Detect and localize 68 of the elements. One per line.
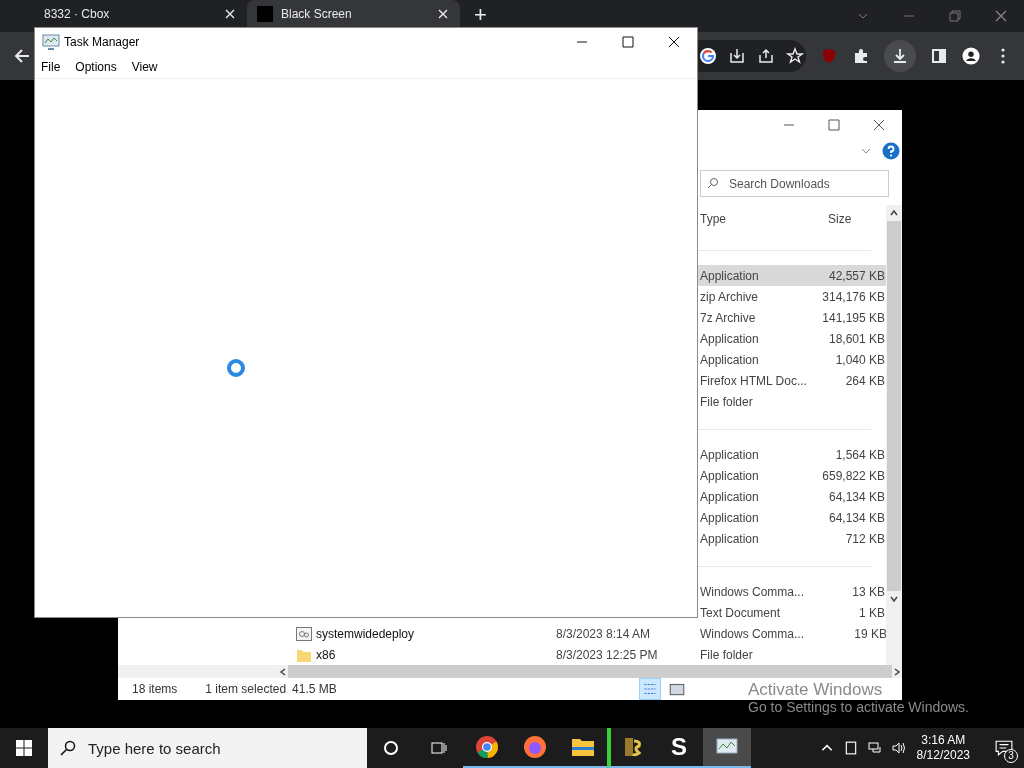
- file-date: 8/3/2023 12:25 PM: [556, 647, 658, 662]
- column-header[interactable]: Type: [700, 212, 828, 226]
- file-type: File folder: [700, 394, 753, 409]
- file-date: 8/3/2023 8:14 AM: [556, 626, 651, 641]
- activation-notice: Go to Settings to activate Windows.: [748, 699, 969, 716]
- file-row[interactable]: Application 64,134 KB: [698, 507, 886, 528]
- file-size: 64,134 KB: [828, 510, 885, 525]
- file-row[interactable]: Application 64,134 KB: [698, 486, 886, 507]
- file-row[interactable]: Application 712 KB: [698, 528, 886, 549]
- file-type: Application: [700, 331, 759, 346]
- file-type: zip Archive: [700, 289, 759, 304]
- file-row[interactable]: Application 1,040 KB: [698, 349, 886, 370]
- file-type: Application: [700, 489, 759, 504]
- file-size: 659,822 KB: [822, 468, 885, 483]
- status-text: 1 item selected: [205, 682, 287, 696]
- browser-tab[interactable]: 8332 · Cbox: [34, 0, 247, 27]
- file-type: Windows Comma...: [700, 626, 805, 641]
- file-row[interactable]: x86 8/3/2023 12:25 PM File folder: [118, 644, 886, 665]
- file-size: 64,134 KB: [828, 489, 885, 504]
- taskbar-search-field[interactable]: Type here to search: [48, 728, 367, 768]
- file-size: 712 KB: [845, 531, 885, 546]
- window-title: Task Manager: [64, 35, 140, 49]
- file-row[interactable]: Windows Comma... 13 KB: [698, 581, 886, 602]
- file-size: 314,176 KB: [822, 289, 885, 304]
- column-header[interactable]: Size: [828, 212, 852, 226]
- file-row[interactable]: zip Archive 314,176 KB: [698, 286, 886, 307]
- file-type: Windows Comma...: [700, 584, 805, 599]
- file-size: 141,195 KB: [822, 310, 885, 325]
- file-size: 1,040 KB: [835, 352, 885, 367]
- status-text: 18 items: [132, 682, 178, 696]
- file-type: 7z Archive: [700, 310, 756, 325]
- file-type: Application: [700, 531, 759, 546]
- notification-badge: 3: [1004, 749, 1018, 763]
- file-size: 19 KB: [854, 626, 887, 641]
- file-row[interactable]: File folder: [698, 391, 886, 412]
- file-size: 42,557 KB: [828, 268, 885, 283]
- menu-item[interactable]: File: [41, 60, 61, 74]
- file-type: Text Document: [700, 605, 781, 620]
- file-name: systemwidedeploy: [316, 626, 415, 641]
- file-type: Application: [700, 268, 759, 283]
- file-type: Application: [700, 468, 759, 483]
- taskbar-clock[interactable]: 3:16 AM 8/12/2023: [916, 733, 970, 763]
- file-row[interactable]: Application 18,601 KB: [698, 328, 886, 349]
- status-text: 41.5 MB: [292, 682, 337, 696]
- search-field[interactable]: Search Downloads: [700, 170, 889, 197]
- file-size: 1 KB: [859, 605, 885, 620]
- file-size: 264 KB: [845, 373, 885, 388]
- file-type: Firefox HTML Doc...: [700, 373, 807, 388]
- activation-notice: Activate Windows: [748, 680, 883, 699]
- file-type: Application: [700, 447, 759, 462]
- file-size: 1,564 KB: [835, 447, 885, 462]
- file-type: File folder: [700, 647, 753, 662]
- file-type: Application: [700, 510, 759, 525]
- file-row[interactable]: 7z Archive 141,195 KB: [698, 307, 886, 328]
- file-row[interactable]: systemwidedeploy 8/3/2023 8:14 AM Windows Comma... 19 KB: [118, 623, 886, 644]
- file-row[interactable]: Application 1,564 KB: [698, 444, 886, 465]
- file-row[interactable]: Firefox HTML Doc... 264 KB: [698, 370, 886, 391]
- browser-tab[interactable]: Black Screen: [247, 0, 460, 27]
- new-tab-button[interactable]: +: [470, 2, 491, 28]
- file-size: 18,601 KB: [828, 331, 885, 346]
- file-name: x86: [316, 647, 336, 662]
- menu-item[interactable]: Options: [75, 60, 117, 74]
- file-type: Application: [700, 352, 759, 367]
- file-size: 13 KB: [852, 584, 885, 599]
- menu-item[interactable]: View: [131, 60, 158, 74]
- file-row[interactable]: Application 659,822 KB: [698, 465, 886, 486]
- file-row[interactable]: Application 42,557 KB: [698, 265, 886, 286]
- file-row[interactable]: Text Document 1 KB: [698, 602, 886, 623]
